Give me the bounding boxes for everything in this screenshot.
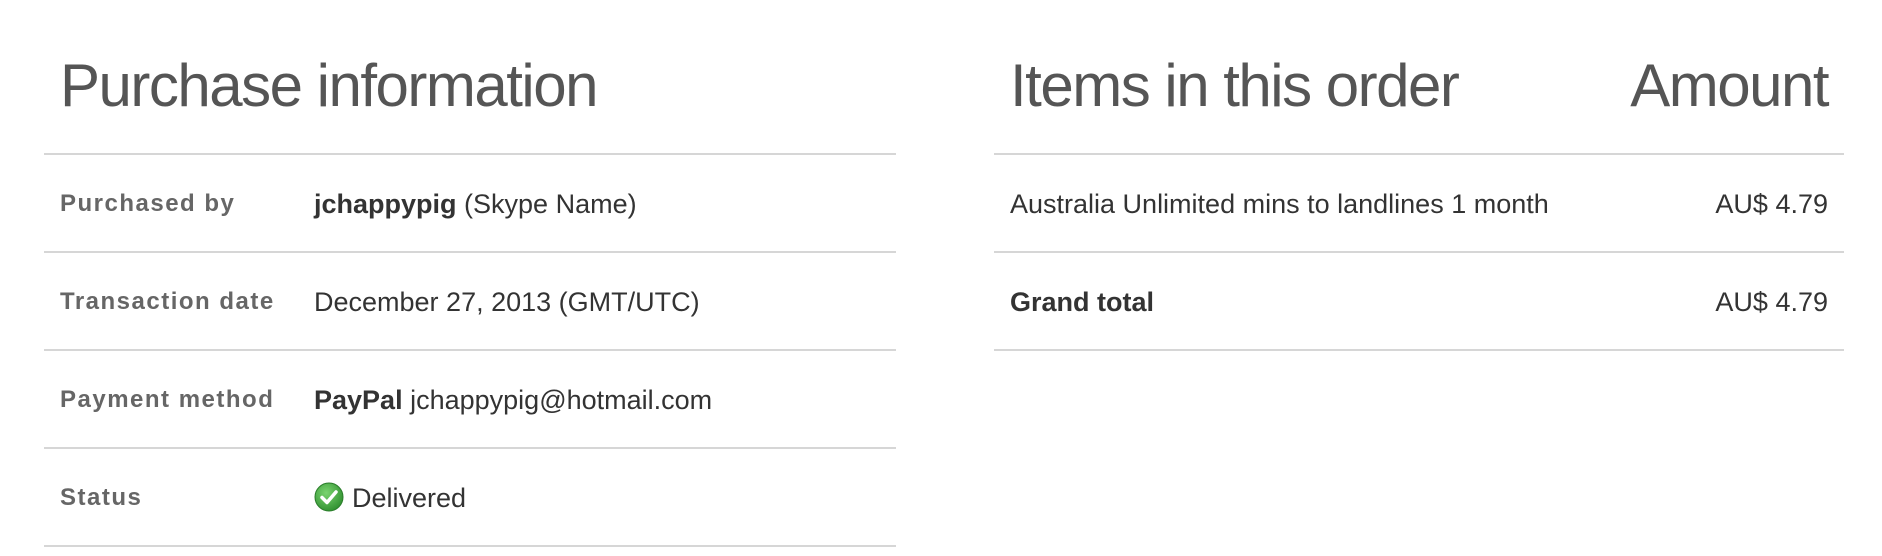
status-value: Delivered bbox=[314, 449, 466, 547]
order-item-amount: AU$ 4.79 bbox=[1715, 189, 1828, 219]
purchased-by-value: jchappypig (Skype Name) bbox=[314, 155, 637, 253]
check-circle-icon bbox=[314, 482, 344, 512]
status-text: Delivered bbox=[352, 483, 467, 513]
order-items-header: Items in this order Amount bbox=[994, 0, 1844, 155]
payment-method-label: Payment method bbox=[60, 386, 275, 413]
grand-total-amount: AU$ 4.79 bbox=[1715, 287, 1828, 317]
purchased-by-row: Purchased by jchappypig (Skype Name) bbox=[44, 155, 896, 253]
order-item-row: Australia Unlimited mins to landlines 1 … bbox=[994, 155, 1844, 253]
transaction-date-row: Transaction date December 27, 2013 (GMT/… bbox=[44, 253, 896, 351]
purchase-information-title: Purchase information bbox=[60, 52, 598, 119]
payment-method-value: PayPal jchappypig@hotmail.com bbox=[314, 351, 712, 449]
transaction-date-value: December 27, 2013 (GMT/UTC) bbox=[314, 287, 700, 317]
payment-method-row: Payment method PayPal jchappypig@hotmail… bbox=[44, 351, 896, 449]
order-receipt-page: Purchase information Purchased by jchapp… bbox=[0, 0, 1882, 556]
status-row: Status Delivered bbox=[44, 449, 896, 547]
status-label: Status bbox=[60, 484, 143, 511]
purchaser-username: jchappypig bbox=[314, 189, 457, 219]
purchaser-username-suffix: (Skype Name) bbox=[464, 189, 637, 219]
purchased-by-label: Purchased by bbox=[60, 190, 236, 217]
purchase-information-panel: Purchase information Purchased by jchapp… bbox=[44, 0, 896, 547]
order-items-title: Items in this order bbox=[1010, 52, 1460, 119]
order-items-panel: Items in this order Amount Australia Unl… bbox=[994, 0, 1844, 351]
purchase-information-header: Purchase information bbox=[44, 0, 896, 155]
payment-account: jchappypig@hotmail.com bbox=[410, 385, 713, 415]
payment-provider: PayPal bbox=[314, 385, 403, 415]
grand-total-row: Grand total AU$ 4.79 bbox=[994, 253, 1844, 351]
order-item-name: Australia Unlimited mins to landlines 1 … bbox=[1010, 189, 1549, 219]
grand-total-label: Grand total bbox=[1010, 287, 1155, 317]
transaction-date-label: Transaction date bbox=[60, 288, 275, 315]
amount-header: Amount bbox=[1630, 52, 1829, 119]
